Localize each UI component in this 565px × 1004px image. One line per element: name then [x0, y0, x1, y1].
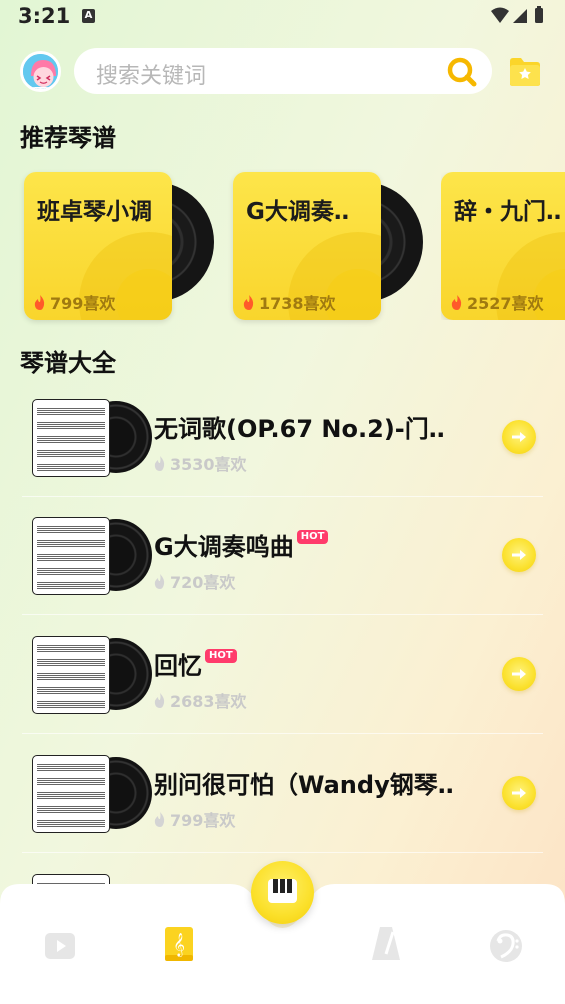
likes-text: 2683喜欢 — [170, 692, 247, 711]
divider — [22, 614, 543, 615]
search-icon[interactable] — [446, 56, 478, 88]
likes-text: 799喜欢 — [170, 811, 236, 830]
recommended-card[interactable]: G大调奏‥ 1738喜欢 — [233, 172, 423, 320]
card-cover: G大调奏‥ 1738喜欢 — [233, 172, 381, 320]
list-item[interactable]: 别问很可怕（Wandy钢琴‥ 799喜欢 — [22, 735, 543, 853]
divider — [22, 852, 543, 853]
flame-icon — [451, 294, 462, 310]
arrow-right-icon — [512, 788, 526, 798]
recommended-card[interactable]: 辞・九门‥ 2527喜欢 — [441, 172, 565, 320]
wifi-icon — [491, 7, 509, 23]
music-book-icon[interactable]: 𝄞 — [160, 924, 198, 964]
hot-badge: HOT — [296, 530, 329, 544]
status-time: 3:21 — [18, 4, 71, 28]
notification-a-icon: A — [82, 9, 95, 23]
favorites-folder-icon[interactable] — [508, 55, 542, 88]
sheet-thumbnail — [32, 399, 152, 479]
likes-text: 3530喜欢 — [170, 455, 247, 474]
likes-text: 720喜欢 — [170, 573, 236, 592]
battery-icon — [535, 8, 543, 23]
card-cover: 班卓琴小调 799喜欢 — [24, 172, 172, 320]
card-title: G大调奏‥ — [246, 199, 350, 225]
flame-icon — [243, 294, 254, 310]
flame-icon — [154, 573, 165, 589]
list-item-likes: 2683喜欢 — [154, 688, 247, 712]
sheet-music-icon — [32, 399, 110, 477]
list-item-likes: 799喜欢 — [154, 807, 235, 831]
status-bar: 3:21 A — [0, 0, 565, 34]
flame-icon — [34, 294, 45, 310]
recommended-section-title: 推荐琴谱 — [20, 124, 116, 152]
video-icon[interactable] — [42, 928, 78, 964]
arrow-right-icon — [512, 550, 526, 560]
flame-icon — [154, 692, 165, 708]
card-likes: 2527喜欢 — [451, 290, 544, 314]
card-cover: 辞・九门‥ 2527喜欢 — [441, 172, 565, 320]
piano-button[interactable] — [251, 861, 314, 924]
all-sheets-section-title: 琴谱大全 — [20, 349, 116, 377]
metronome-icon[interactable] — [369, 924, 403, 964]
play-arrow-button[interactable] — [502, 776, 536, 810]
play-arrow-button[interactable] — [502, 657, 536, 691]
list-item[interactable]: 无词歌(OP.67 No.2)-门‥ 3530喜欢 — [22, 379, 543, 497]
sheet-thumbnail — [32, 517, 152, 597]
list-item-title: 无词歌(OP.67 No.2)-门‥ — [154, 415, 445, 443]
card-likes-text: 1738喜欢 — [259, 294, 336, 313]
list-item[interactable]: 回忆 HOT 2683喜欢 — [22, 616, 543, 734]
sheet-music-icon — [32, 755, 110, 833]
arrow-right-icon — [512, 669, 526, 679]
user-avatar[interactable] — [20, 51, 61, 92]
piano-icon — [268, 879, 297, 903]
hot-badge: HOT — [205, 649, 237, 663]
search-input[interactable]: 搜索关键词 — [96, 58, 206, 90]
list-item-title: G大调奏鸣曲 HOT — [154, 527, 329, 562]
signal-icon — [513, 9, 527, 23]
card-title: 辞・九门‥ — [454, 199, 562, 225]
bass-clef-icon[interactable] — [488, 928, 524, 964]
sheet-thumbnail — [32, 636, 152, 716]
list-item-likes: 3530喜欢 — [154, 451, 247, 475]
card-likes-text: 2527喜欢 — [467, 294, 544, 313]
arrow-right-icon — [512, 432, 526, 442]
sheet-music-icon — [32, 517, 110, 595]
card-title: 班卓琴小调 — [37, 199, 152, 225]
svg-text:𝄞: 𝄞 — [173, 932, 185, 957]
sheet-thumbnail — [32, 755, 152, 835]
divider — [22, 733, 543, 734]
search-bar[interactable]: 搜索关键词 — [74, 48, 492, 94]
card-likes-text: 799喜欢 — [50, 294, 116, 313]
play-arrow-button[interactable] — [502, 420, 536, 454]
status-icons — [491, 6, 543, 23]
list-item[interactable]: G大调奏鸣曲 HOT 720喜欢 — [22, 497, 543, 615]
card-likes: 799喜欢 — [34, 290, 115, 314]
play-arrow-button[interactable] — [502, 538, 536, 572]
list-item-likes: 720喜欢 — [154, 569, 235, 593]
list-item-title: 回忆 HOT — [154, 646, 237, 681]
flame-icon — [154, 455, 165, 471]
flame-icon — [154, 811, 165, 827]
card-likes: 1738喜欢 — [243, 290, 336, 314]
sheet-music-icon — [32, 636, 110, 714]
recommended-card[interactable]: 班卓琴小调 799喜欢 — [24, 172, 214, 320]
avatar-face-icon — [23, 54, 58, 89]
list-item-title: 别问很可怕（Wandy钢琴‥ — [154, 771, 454, 799]
